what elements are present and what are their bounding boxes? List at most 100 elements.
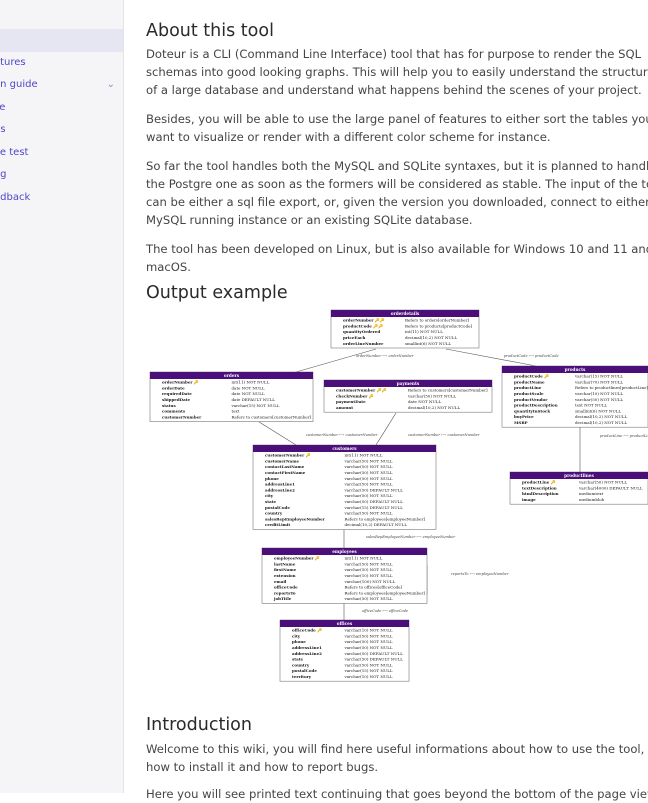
column-type: varchar(10) NOT NULL	[574, 391, 623, 396]
column-name: employeeNumber 🔑	[274, 556, 320, 561]
sidebar-item-live-test[interactable]: ve test	[0, 142, 123, 165]
relation-label: productCode ⟷ productCode	[504, 354, 559, 358]
about-paragraph-1: Doteur is a CLI (Command Line Interface)…	[146, 47, 648, 97]
column-type: date NOT NULL	[232, 385, 265, 390]
column-type: date DEFAULT NULL	[232, 397, 276, 402]
column-type: varchar(50) NOT NULL	[344, 596, 393, 601]
intro-paragraph-2: Here you will see printed text continuin…	[146, 787, 648, 801]
sidebar-item-log[interactable]: og	[0, 164, 123, 187]
table-title: orderdetails	[391, 311, 420, 316]
column-name: phone	[265, 476, 279, 481]
column-name: shippedDate	[162, 397, 191, 402]
relation-label: customerNumber ⟷ customerNumber	[408, 433, 480, 437]
column-type: date NOT NULL	[408, 399, 441, 404]
column-type: varchar(50) NOT NULL	[344, 561, 393, 566]
column-name: productLine	[514, 385, 542, 390]
column-name: reportsTo	[274, 590, 296, 595]
relation-label: orderNumber ⟷ orderNumber	[356, 354, 414, 358]
column-name: orderNumber 🔑🔑	[343, 318, 385, 323]
table-employees: employees employeeNumber 🔑 int(11) NOT NUL…	[261, 547, 428, 604]
column-name: productDescription	[514, 403, 558, 408]
column-name: territory	[292, 674, 312, 679]
sidebar-item-installation-guide[interactable]: on guide⌄	[0, 74, 123, 97]
column-type: int(11) NOT NULL	[405, 329, 443, 334]
column-name: textDescription	[522, 485, 557, 490]
sidebar-item-feedback[interactable]: edback	[0, 187, 123, 210]
column-name: phone	[292, 639, 306, 644]
relation-label: reportsTo ⟷ employeeNumber	[451, 572, 509, 576]
column-type: Refers to employees[employeeNumber]	[345, 516, 426, 521]
column-type: Refers to offices[officeCode]	[345, 585, 403, 590]
column-name: orderDate	[162, 385, 185, 390]
column-type: varchar(50) NOT NULL	[574, 397, 623, 402]
column-name: state	[292, 657, 304, 662]
column-type: smallint(6) NOT NULL	[575, 408, 621, 413]
column-name: MSRP	[514, 420, 528, 425]
column-type: varchar(50) NOT NULL	[344, 639, 393, 644]
column-name: country	[265, 511, 283, 516]
table-title: customers	[332, 446, 357, 451]
intro-paragraph-1: Welcome to this wiki, you will find here…	[146, 742, 645, 774]
column-name: productName	[514, 379, 545, 384]
table-title: employees	[332, 549, 357, 554]
table-title: payments	[397, 381, 420, 386]
column-type: mediumblob	[579, 497, 605, 502]
column-name: addressLine1	[292, 645, 322, 650]
relation-label: salesRepEmployeeNumber ⟷ employeeNumber	[366, 535, 455, 539]
table-title: productlines	[564, 473, 594, 478]
heading-about: About this tool	[146, 21, 274, 41]
column-type: decimal(10,2) NOT NULL	[575, 414, 627, 419]
column-type: int(11) NOT NULL	[232, 380, 270, 385]
column-name: contactLastName	[265, 464, 305, 469]
column-type: varchar(50) NOT NULL	[344, 482, 393, 487]
column-name: paymentDate	[336, 399, 366, 404]
column-name: officeCode 🔑	[292, 628, 322, 633]
column-type: varchar(50) NOT NULL	[344, 633, 393, 638]
chevron-down-icon[interactable]: ⌄	[107, 74, 115, 97]
column-type: Refers to productlines[productLine]	[575, 385, 648, 390]
column-name: productCode 🔑	[514, 374, 549, 379]
column-type: varchar(50) NOT NULL	[344, 470, 393, 475]
column-name: postalCode	[265, 505, 290, 510]
column-type: varchar(15) NOT NULL	[231, 403, 280, 408]
column-name: city	[265, 493, 274, 498]
column-type: varchar(50) NOT NULL	[344, 493, 393, 498]
column-type: varchar(50) NOT NULL	[344, 662, 393, 667]
column-name: country	[292, 662, 310, 667]
relation-label: productLine ⟷ productLine	[600, 434, 648, 438]
column-type: varchar(10) NOT NULL	[344, 674, 393, 679]
table-title: offices	[337, 621, 353, 626]
heading-introduction: Introduction	[146, 715, 252, 735]
column-type: varchar(50) NOT NULL	[344, 458, 393, 463]
column-name: buyPrice	[514, 414, 534, 419]
sidebar-item-features[interactable]: atures	[0, 52, 123, 75]
column-name: image	[522, 497, 536, 502]
column-type: smallint(6) NOT NULL	[405, 341, 451, 346]
table-products: products productCode 🔑 varchar(15) NOT NUL…	[501, 365, 648, 428]
sidebar-item-ds[interactable]: ds	[0, 119, 123, 142]
table-payments: payments customerNumber 🔑🔑 Refers to custo…	[323, 379, 493, 413]
table-title: products	[565, 367, 586, 372]
table-orderdetails: orderdetails orderNumber 🔑🔑 Refers to orde…	[330, 309, 480, 349]
column-type: varchar(50) DEFAULT NULL	[344, 499, 404, 504]
column-name: officeCode	[274, 585, 298, 590]
sidebar-nav: e atures on guide⌄ se ds ve test og edba…	[0, 29, 123, 209]
sidebar-item-use[interactable]: se	[0, 97, 123, 120]
column-name: salesRepEmployeeNumber	[265, 516, 326, 521]
about-paragraph-4: The tool has been developed on Linux, bu…	[146, 242, 648, 274]
column-name: lastName	[274, 561, 296, 566]
column-type: varchar(50) NOT NULL	[344, 567, 393, 572]
column-type: varchar(50) NOT NULL	[344, 476, 393, 481]
column-name: customerNumber 🔑	[265, 453, 311, 458]
column-name: contactFirstName	[265, 470, 306, 475]
column-type: Refers to customers[customerNumber]	[408, 388, 488, 393]
column-name: extension	[274, 573, 296, 578]
column-name: postalCode	[292, 668, 317, 673]
column-name: requiredDate	[162, 391, 192, 396]
column-name: htmlDescription	[522, 491, 559, 496]
column-type: Refers to products[productCode]	[405, 323, 472, 328]
column-name: creditLimit	[265, 522, 290, 527]
sidebar-item-home[interactable]: e	[0, 29, 123, 52]
column-type: decimal(10,2) DEFAULT NULL	[345, 522, 408, 527]
column-name: productScale	[514, 391, 544, 396]
